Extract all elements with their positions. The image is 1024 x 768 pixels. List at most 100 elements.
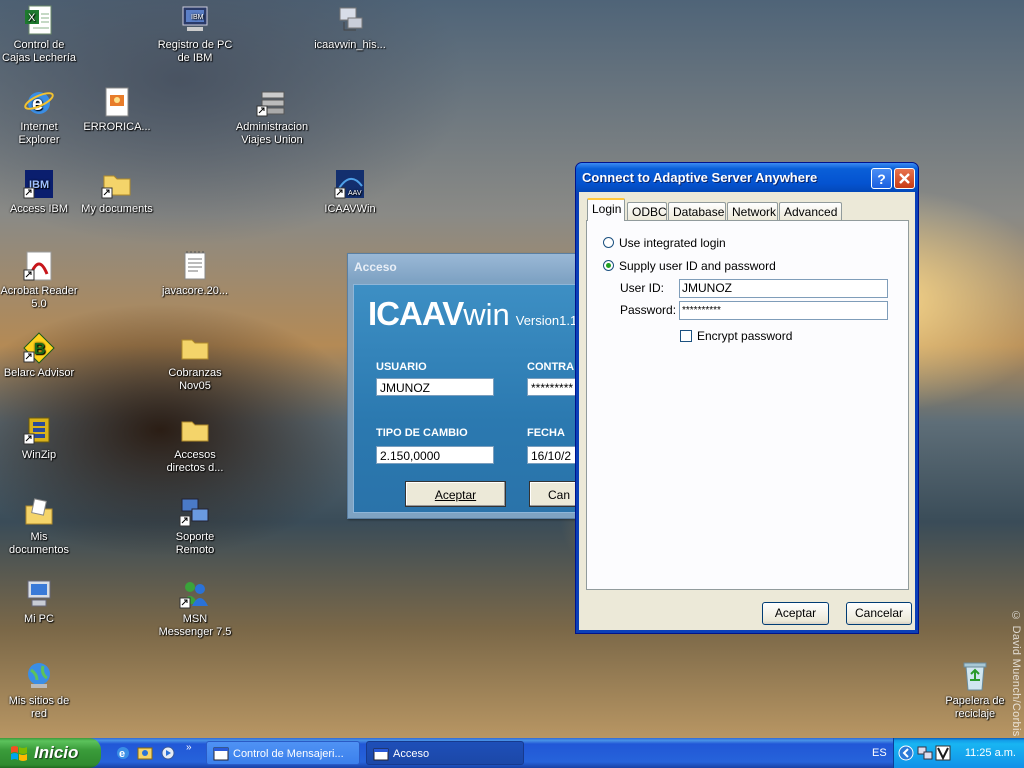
password-label: Password: xyxy=(620,303,677,317)
excel-file-icon: X xyxy=(23,4,55,36)
desktop-icon-mi-pc[interactable]: Mi PC xyxy=(0,578,78,626)
antivirus-tray-icon[interactable] xyxy=(935,745,951,761)
contrasena-label: CONTRA xyxy=(527,361,575,373)
connect-dialog-client: Login ODBC Database Network Advanced Use… xyxy=(579,192,915,630)
desktop-icon-icaavwin-his[interactable]: icaavwin_his... xyxy=(311,4,389,52)
network-file-icon xyxy=(334,4,366,36)
my-computer-icon xyxy=(23,578,55,610)
tab-network[interactable]: Network xyxy=(727,202,778,220)
svg-text:AAV: AAV xyxy=(348,190,362,197)
desktop-icon-registro-pc-ibm[interactable]: IBM Registro de PC de IBM xyxy=(156,4,234,65)
belarc-icon: B xyxy=(23,332,55,364)
desktop-icon-label: Accesos directos d... xyxy=(166,449,224,474)
desktop-icon-access-ibm[interactable]: IBM Access IBM xyxy=(0,168,78,216)
ibm-shortcut-icon: IBM xyxy=(23,168,55,200)
encrypt-password-label[interactable]: Encrypt password xyxy=(697,329,792,343)
wallpaper-watermark: © David Muench/Corbis xyxy=(1010,610,1022,737)
tab-odbc[interactable]: ODBC xyxy=(627,202,667,220)
start-label: Inicio xyxy=(34,743,79,762)
acceso-aceptar-button[interactable]: Aceptar xyxy=(405,481,506,507)
desktop-icon-soporte-remoto[interactable]: Soporte Remoto xyxy=(156,496,234,557)
radio-supply-credentials[interactable] xyxy=(603,260,614,271)
folder-icon xyxy=(179,414,211,446)
radio-integrated-login[interactable] xyxy=(603,237,614,248)
version-label: Version1.1 xyxy=(515,313,578,328)
my-documents-folder-icon xyxy=(23,496,55,528)
desktop-icon-papelera-reciclaje[interactable]: Papelera de reciclaje xyxy=(936,660,1014,721)
acceso-login-panel: ICAAVwin Version1.1 USUARIO JMUNOZ CONTRA… xyxy=(353,284,589,513)
tipo-cambio-label: TIPO DE CAMBIO xyxy=(376,427,468,439)
connect-dialog: Connect to Adaptive Server Anywhere ? Lo… xyxy=(575,162,919,634)
show-hidden-icons-icon[interactable] xyxy=(898,745,914,761)
aceptar-button[interactable]: Aceptar xyxy=(762,602,829,625)
outlook-express-icon[interactable] xyxy=(137,745,153,761)
desktop-icon-label: Mis sitios de red xyxy=(8,695,70,720)
desktop-icon-label: Soporte Remoto xyxy=(175,531,215,556)
radio-integrated-login-label[interactable]: Use integrated login xyxy=(619,236,726,250)
desktop-icon-internet-explorer[interactable]: e Internet Explorer xyxy=(0,86,78,147)
network-connection-icon[interactable] xyxy=(917,745,933,761)
desktop-icon-belarc-advisor[interactable]: B Belarc Advisor xyxy=(0,332,78,380)
start-button[interactable]: Inicio xyxy=(0,738,101,768)
user-id-label: User ID: xyxy=(620,281,665,295)
network-places-icon xyxy=(23,660,55,692)
encrypt-password-checkbox[interactable] xyxy=(680,330,692,342)
icaav-logo: ICAAVwin Version1.1 xyxy=(368,295,578,332)
desktop-icon-winzip[interactable]: WinZip xyxy=(0,414,78,462)
media-player-icon[interactable] xyxy=(160,745,176,761)
desktop-icon-cobranzas-nov05[interactable]: Cobranzas Nov05 xyxy=(156,332,234,393)
help-button[interactable]: ? xyxy=(871,168,892,189)
desktop-icon-label: Belarc Advisor xyxy=(3,367,75,379)
desktop-icon-label: Internet Explorer xyxy=(18,121,60,146)
cancelar-button[interactable]: Cancelar xyxy=(846,602,912,625)
task-acceso[interactable]: Acceso xyxy=(366,741,524,765)
connect-dialog-title[interactable]: Connect to Adaptive Server Anywhere xyxy=(576,163,918,192)
desktop-icon-administracion-viajes[interactable]: Administracion Viajes Union xyxy=(233,86,311,147)
remote-support-icon xyxy=(179,496,211,528)
document-image-icon xyxy=(101,86,133,118)
clock[interactable]: 11:25 a.m. xyxy=(965,738,1016,768)
desktop-icon-control-cajas[interactable]: X Control de Cajas Lechería xyxy=(0,4,78,65)
tab-advanced[interactable]: Advanced xyxy=(779,202,842,220)
radio-supply-credentials-label[interactable]: Supply user ID and password xyxy=(619,259,776,273)
tipo-cambio-input[interactable]: 2.150,0000 xyxy=(376,446,494,464)
close-icon xyxy=(899,173,910,184)
acrobat-icon xyxy=(23,250,55,282)
windows-flag-icon xyxy=(11,746,27,761)
usuario-input[interactable]: JMUNOZ xyxy=(376,378,494,396)
desktop-icon-mis-sitios-red[interactable]: Mis sitios de red xyxy=(0,660,78,721)
desktop-icon-label: WinZip xyxy=(21,449,57,461)
password-field[interactable]: ********** xyxy=(679,301,888,320)
internet-explorer-icon[interactable]: e xyxy=(115,745,131,761)
msn-messenger-icon xyxy=(179,578,211,610)
folder-icon xyxy=(101,168,133,200)
language-indicator[interactable]: ES xyxy=(872,738,887,768)
close-button[interactable] xyxy=(894,168,915,189)
login-tab-panel: Use integrated login Supply user ID and … xyxy=(586,220,909,590)
quick-launch-expand-icon[interactable]: » xyxy=(186,742,192,753)
desktop-icon-errorica[interactable]: ERRORICA... xyxy=(78,86,156,134)
tab-login[interactable]: Login xyxy=(587,198,625,221)
desktop-icon-my-documents[interactable]: My documents xyxy=(78,168,156,216)
desktop-icon-mis-documentos[interactable]: Mis documentos xyxy=(0,496,78,557)
desktop-icon-accesos-directos[interactable]: Accesos directos d... xyxy=(156,414,234,475)
desktop-icon-label: ICAAVWin xyxy=(324,203,376,215)
system-tray: 11:25 a.m. xyxy=(893,738,1024,768)
desktop-icon-label: Control de Cajas Lechería xyxy=(2,39,76,64)
desktop-icon-msn-messenger[interactable]: MSN Messenger 7.5 xyxy=(156,578,234,639)
user-id-field[interactable]: JMUNOZ xyxy=(679,279,888,298)
task-control-mensajeria[interactable]: Control de Mensajeri... xyxy=(206,741,360,765)
desktop-icon-label: Acrobat Reader 5.0 xyxy=(0,285,78,310)
internet-explorer-icon: e xyxy=(23,86,55,118)
desktop-icon-label: Mi PC xyxy=(24,613,54,625)
desktop-icon-icaavwin[interactable]: AAV ICAAVWin xyxy=(311,168,389,216)
acceso-window-title[interactable]: Acceso xyxy=(348,254,588,280)
usuario-label: USUARIO xyxy=(376,361,427,373)
icaavwin-app-icon: AAV xyxy=(334,168,366,200)
fecha-label: FECHA xyxy=(527,427,565,439)
desktop-icon-label: My documents xyxy=(81,203,153,215)
desktop-icon-label: Administracion Viajes Union xyxy=(235,121,309,146)
tab-database[interactable]: Database xyxy=(668,202,726,220)
desktop-icon-acrobat-reader[interactable]: Acrobat Reader 5.0 xyxy=(0,250,78,311)
desktop-icon-javacore[interactable]: javacore.20... xyxy=(156,250,234,298)
